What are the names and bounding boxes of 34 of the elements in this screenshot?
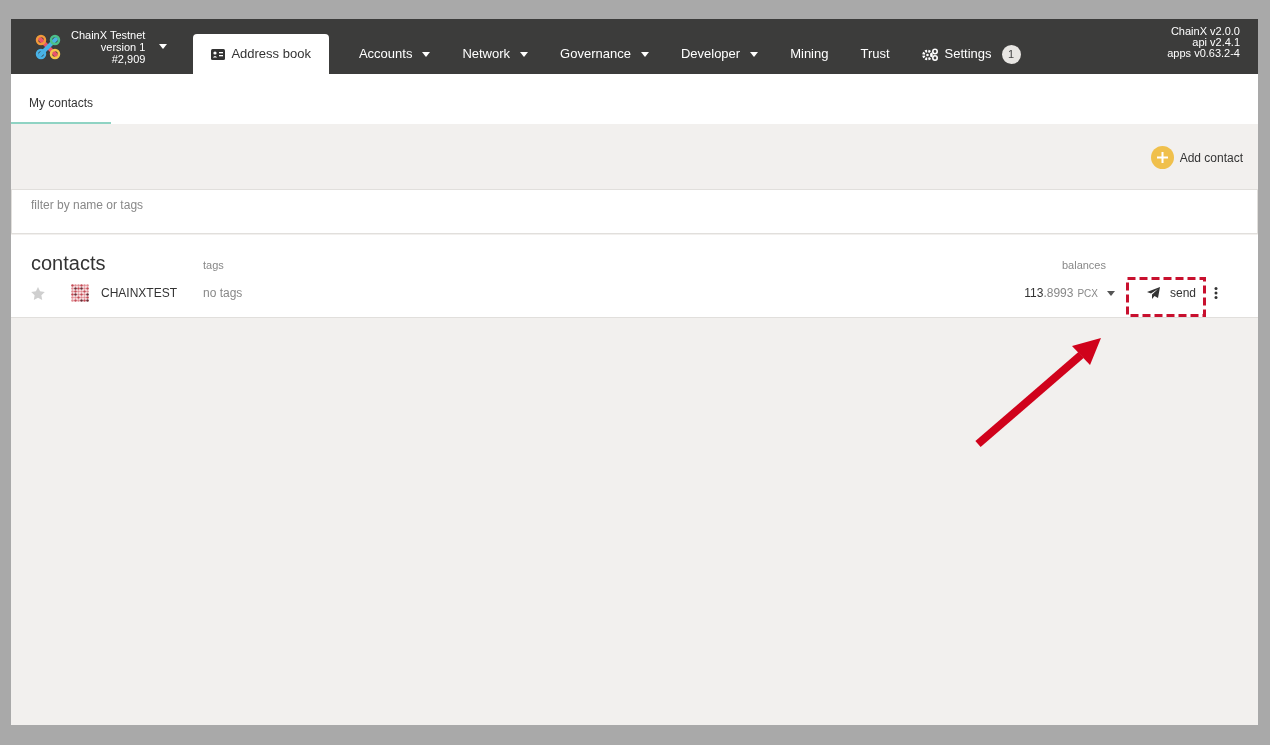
paper-plane-icon bbox=[1146, 287, 1160, 299]
version-text: apps v0.63.2-4 bbox=[1167, 48, 1240, 59]
contact-tags: no tags bbox=[203, 284, 243, 302]
column-header: balances bbox=[1061, 257, 1106, 273]
nav-item[interactable]: Address book bbox=[193, 34, 329, 74]
nav-item[interactable]: Mining bbox=[774, 34, 845, 74]
contact-name: CHAINXTEST bbox=[101, 285, 178, 302]
version-text: api v2.4.1 bbox=[1191, 37, 1240, 48]
notification-badge: 1 bbox=[1001, 44, 1021, 64]
plus-icon bbox=[1156, 152, 1168, 163]
filter-input[interactable]: filter by name or tags bbox=[11, 189, 1258, 234]
nav-item[interactable]: Settings 1 bbox=[905, 34, 1037, 74]
identicon-icon bbox=[71, 284, 89, 302]
column-header: tags bbox=[203, 257, 224, 273]
address-card-icon bbox=[211, 48, 226, 60]
star-icon[interactable] bbox=[31, 286, 45, 300]
send-button[interactable]: send bbox=[1138, 281, 1204, 305]
gears-icon bbox=[921, 47, 939, 61]
chain-name: ChainX Testnet bbox=[71, 28, 146, 41]
nav-item[interactable]: Trust bbox=[844, 34, 906, 74]
tab[interactable]: My contacts bbox=[11, 94, 112, 124]
nav-item[interactable]: Governance bbox=[544, 34, 665, 74]
nav-item[interactable]: Network bbox=[446, 34, 545, 74]
caret-icon[interactable] bbox=[1106, 290, 1115, 296]
balance-value: 113.8993 PCX bbox=[1024, 285, 1098, 302]
nav-item[interactable]: Accounts bbox=[342, 34, 447, 74]
logo-icon bbox=[35, 33, 61, 60]
table-title: contacts bbox=[31, 253, 107, 273]
version-text: ChainX v2.0.0 bbox=[1169, 26, 1240, 37]
more-options-icon[interactable] bbox=[1214, 287, 1218, 299]
chain-version: version 1 bbox=[100, 40, 146, 53]
add-contact-button[interactable]: Add contact bbox=[1150, 146, 1243, 169]
nav-item[interactable]: Developer bbox=[664, 34, 775, 74]
block-number: #2,909 bbox=[110, 52, 146, 65]
